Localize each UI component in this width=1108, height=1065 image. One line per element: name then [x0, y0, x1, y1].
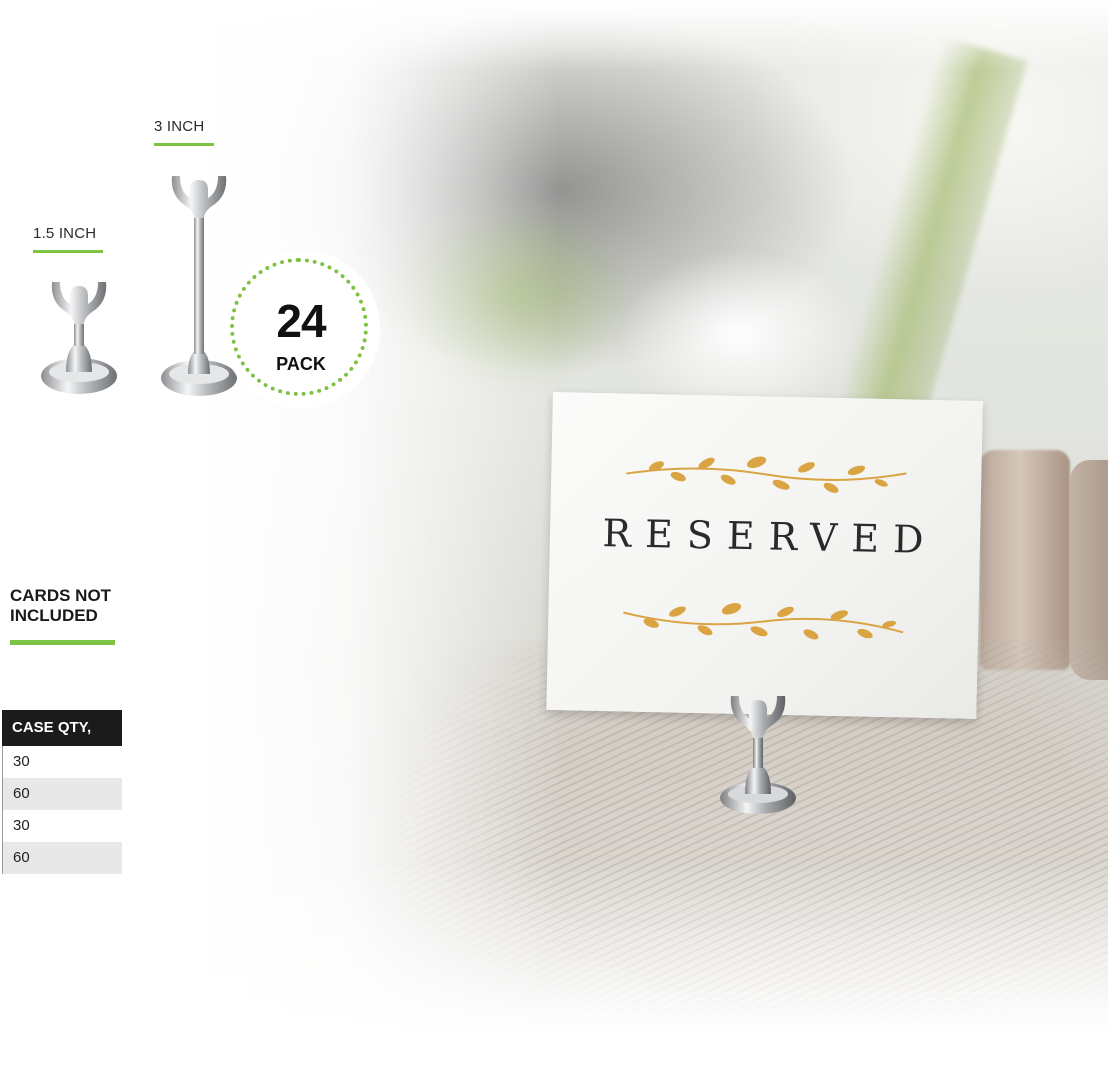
note-underline — [10, 640, 115, 645]
table-row: 60 — [2, 842, 122, 874]
card-holder-in-use-icon — [720, 696, 796, 814]
short-holder-icon — [41, 282, 117, 394]
white-fade-bottom — [0, 860, 1108, 1065]
table-row: 30 — [2, 746, 122, 778]
gold-sprig-top-icon — [626, 456, 907, 493]
table-header: CASE QTY, — [2, 710, 122, 746]
reserved-card: RESERVED — [546, 392, 983, 719]
tall-size-label: 3 INCH — [154, 118, 205, 135]
note-line-1: CARDS NOT — [10, 586, 112, 605]
short-size-label: 1.5 INCH — [33, 225, 97, 242]
white-fade-top — [0, 0, 1108, 70]
reserved-word: RESERVED — [602, 511, 938, 563]
tall-size-underline — [154, 143, 214, 146]
pack-count-badge: 24 PACK — [222, 250, 380, 408]
table-row: 30 — [2, 810, 122, 842]
table-row: 60 — [2, 778, 122, 810]
badge-number: 24 — [276, 295, 326, 347]
cards-not-included-note: CARDS NOT INCLUDED — [10, 586, 111, 626]
salt-shaker — [980, 450, 1070, 670]
gold-sprig-bottom-icon — [623, 603, 904, 640]
short-size-underline — [33, 250, 103, 253]
badge-word: PACK — [276, 354, 326, 374]
note-line-2: INCLUDED — [10, 606, 98, 625]
